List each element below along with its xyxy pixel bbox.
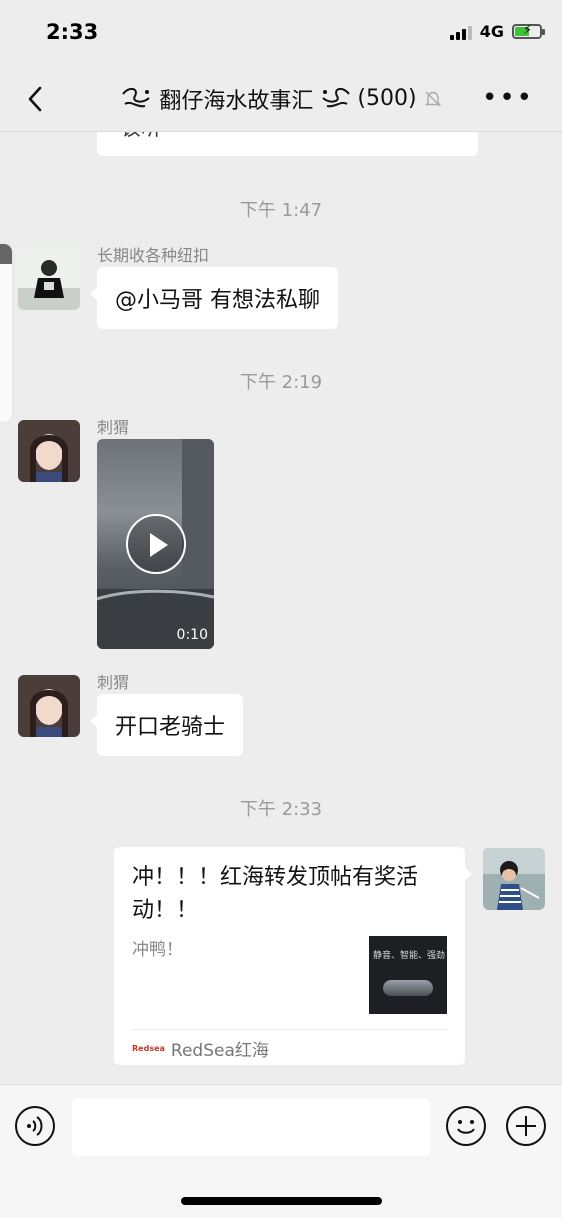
card-thumbnail: 静音、智能、强劲 xyxy=(369,936,447,1014)
redsea-logo: Redsea xyxy=(132,1044,165,1053)
sender-name: 长期收各种纽扣 xyxy=(97,246,210,265)
plus-icon[interactable] xyxy=(506,1106,546,1146)
avatar[interactable] xyxy=(18,248,80,310)
video-duration: 0:10 xyxy=(176,627,208,643)
home-indicator[interactable] xyxy=(181,1197,382,1205)
swirl-left-icon xyxy=(122,87,151,107)
time-divider: 下午 2:33 xyxy=(239,799,323,820)
status-bar: 2:33 4G ⚡ xyxy=(0,0,562,66)
swirl-right-icon xyxy=(322,87,351,107)
battery-icon: ⚡ xyxy=(512,23,545,39)
voice-icon[interactable] xyxy=(15,1106,55,1146)
card-thumbnail-text: 静音、智能、强劲 xyxy=(373,951,446,961)
sender-name: 刺猬 xyxy=(97,418,130,437)
more-dots-icon[interactable]: ••• xyxy=(482,85,534,111)
card-title: 冲！！！红海转发顶帖有奖活动！！ xyxy=(132,865,419,923)
product-image xyxy=(383,980,433,996)
play-icon[interactable] xyxy=(126,514,186,574)
chat-title: 翻仔海水故事汇 (500) xyxy=(119,83,442,115)
message-text: 该听 xyxy=(121,132,161,141)
message-input[interactable] xyxy=(72,1098,430,1156)
chat-title-text: 翻仔海水故事汇 xyxy=(159,88,314,114)
message-bubble[interactable]: 开口老骑士 xyxy=(89,694,244,756)
status-time: 2:33 xyxy=(46,20,99,44)
time-divider: 下午 1:47 xyxy=(239,200,323,221)
message-bubble[interactable]: @小马哥 有想法私聊 xyxy=(90,267,338,329)
card-description: 冲鸭！ xyxy=(132,940,183,960)
member-count: (500) xyxy=(357,86,417,111)
message-text: 开口老骑士 xyxy=(115,715,226,740)
side-overlay-panel xyxy=(0,244,12,422)
signal-icon xyxy=(449,24,472,40)
network-type: 4G xyxy=(479,22,504,41)
card-source: Redsea RedSea红海 xyxy=(132,1036,269,1061)
chat-area[interactable]: 该听 下午 1:47 长期收各种纽扣 @小马哥 有想法私聊 下午 2:19 刺猬 xyxy=(0,132,562,1084)
sender-name: 刺猬 xyxy=(97,673,130,692)
emoji-icon[interactable] xyxy=(446,1106,486,1146)
divider xyxy=(132,1029,447,1030)
message-text: @小马哥 有想法私聊 xyxy=(115,288,320,313)
video-message[interactable]: 0:10 xyxy=(97,439,214,649)
avatar[interactable] xyxy=(18,420,80,482)
status-indicators: 4G ⚡ xyxy=(449,22,545,41)
card-source-name: RedSea红海 xyxy=(170,1041,269,1061)
nav-bar: 翻仔海水故事汇 (500) ••• xyxy=(0,66,562,132)
bell-muted-icon xyxy=(424,91,441,106)
message-bubble-partial[interactable]: 该听 xyxy=(97,132,478,156)
time-divider: 下午 2:19 xyxy=(239,372,323,393)
avatar[interactable] xyxy=(18,675,80,737)
my-avatar[interactable] xyxy=(483,848,545,910)
back-chevron-icon[interactable] xyxy=(22,84,52,114)
shared-link-card[interactable]: 冲！！！红海转发顶帖有奖活动！！ 冲鸭！ 静音、智能、强劲 Redsea Red… xyxy=(114,847,472,1065)
